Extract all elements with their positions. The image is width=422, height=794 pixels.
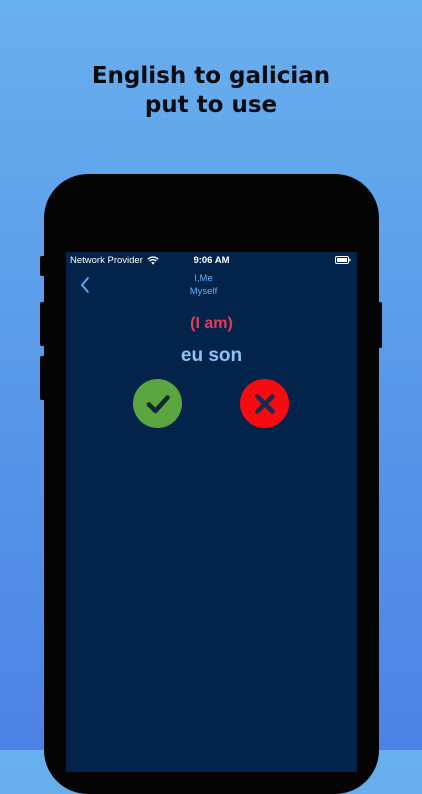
phone-power-button <box>377 302 382 348</box>
nav-title-line2: Myself <box>189 286 218 297</box>
nav-bar: I,Me Myself <box>66 270 357 304</box>
battery-icon <box>335 256 351 264</box>
promo-headline: English to galician put to use <box>0 62 422 120</box>
phone-side-button <box>40 256 45 276</box>
nav-title-line1: I,Me <box>194 273 213 284</box>
promo-headline-line2: put to use <box>144 92 278 118</box>
status-time: 9:06 AM <box>193 255 230 266</box>
app-screen: Network Provider 9:06 AM I,Me Myself (I … <box>66 252 357 772</box>
phone-volume-up <box>40 302 45 346</box>
english-phrase: (I am) <box>190 315 233 332</box>
status-bar: Network Provider 9:06 AM <box>66 252 357 268</box>
x-mark-icon <box>254 393 275 414</box>
translation-phrase: eu son <box>180 345 243 366</box>
correct-button[interactable] <box>133 379 182 428</box>
wrong-button[interactable] <box>240 379 289 428</box>
phone-volume-down <box>40 356 45 400</box>
checkmark-icon <box>146 394 170 413</box>
promo-headline-line1: English to galician <box>91 63 331 89</box>
